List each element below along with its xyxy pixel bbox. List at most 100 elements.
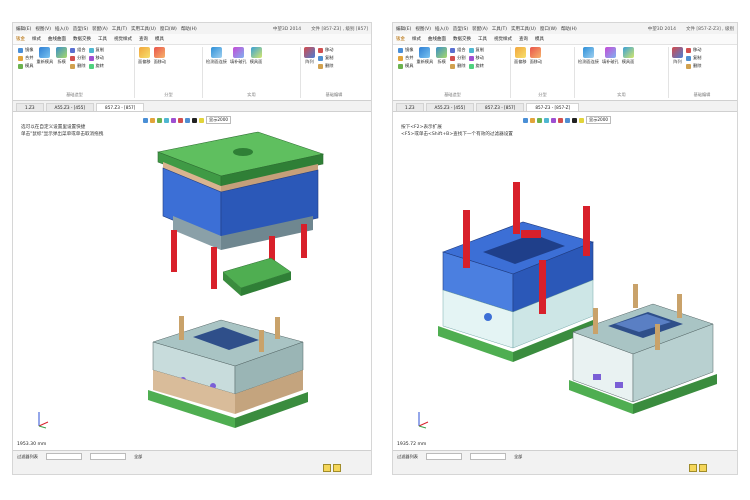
menu-window[interactable]: 窗口(W) [540, 26, 557, 32]
tab-curve-surface[interactable]: 曲线曲面 [48, 36, 66, 42]
split-mold-button[interactable]: 拆模 [56, 47, 68, 69]
filter-select[interactable]: 全部 [134, 454, 142, 460]
menu-utilities[interactable]: 实用工具(U) [511, 26, 536, 32]
menu-edit[interactable]: 编辑(E) [396, 26, 411, 32]
status-tool-icon[interactable] [689, 464, 697, 472]
menu-help[interactable]: 帮助(H) [181, 26, 197, 32]
menu-view[interactable]: 视图(V) [415, 26, 431, 32]
array-button[interactable]: 阵列 [672, 47, 683, 69]
filter-input-2[interactable] [469, 453, 506, 460]
menu-shape[interactable]: 造型(S) [453, 26, 468, 32]
tab-sheetmetal[interactable]: 钣金 [16, 36, 25, 42]
tab-style[interactable]: 样式 [32, 36, 41, 42]
delete-button[interactable]: 删除 [70, 63, 86, 69]
edit-copy-button[interactable]: 复制 [318, 55, 333, 61]
rotate-button[interactable]: 旋转 [88, 63, 104, 69]
tab-data-exchange[interactable]: 数据交换 [453, 36, 471, 42]
tab-visual-style[interactable]: 视觉样式 [114, 36, 132, 42]
remold-button[interactable]: 重新模具 [416, 47, 433, 69]
fill-hole-button[interactable]: 填补破孔 [602, 47, 619, 65]
combine-button[interactable]: 组合 [450, 47, 466, 53]
rotate-button[interactable]: 旋转 [468, 63, 484, 69]
filter-input[interactable] [45, 453, 82, 460]
mold-model-open[interactable] [393, 112, 737, 450]
mold-face-button[interactable]: 模具面 [250, 47, 262, 65]
menu-insert[interactable]: 插入(I) [435, 26, 449, 32]
face-offset-button[interactable]: 面偏移 [514, 47, 527, 65]
status-settings-icon[interactable] [699, 464, 707, 472]
copy-button[interactable]: 复制 [88, 47, 104, 53]
left-viewport[interactable]: 显示2000 选可以在自定义设置里设置快捷 单击"鼠标"显示弹出菜单或单击取消拖… [13, 112, 371, 450]
mirror-button[interactable]: 镜像 [18, 47, 33, 53]
mirror-button[interactable]: 镜像 [398, 47, 413, 53]
doc-tab-857[interactable]: 857.Z3 - [857] [96, 103, 145, 111]
tab-inquiry[interactable]: 查询 [139, 36, 148, 42]
menu-window[interactable]: 窗口(W) [160, 26, 177, 32]
group-basic-shape: 镜像 合并 模具 重新模具 拆模 组合 分割 删除 复制 移动 旋转 基础造型 [395, 47, 511, 98]
menu-edit[interactable]: 编辑(E) [16, 26, 31, 32]
split-button[interactable]: 分割 [450, 55, 466, 61]
move-button[interactable]: 移动 [88, 55, 104, 61]
check-face-button[interactable]: 检测面连接 [206, 47, 227, 65]
left-status-bar: 过滤器列表 全部 [13, 450, 371, 474]
scale-readout: 1935.72 mm [397, 442, 427, 447]
tab-tools[interactable]: 工具 [98, 36, 107, 42]
tab-visual-style[interactable]: 视觉样式 [494, 36, 512, 42]
tab-style[interactable]: 样式 [412, 36, 421, 42]
face-offset-button[interactable]: 面偏移 [138, 47, 151, 65]
menu-view[interactable]: 视图(V) [35, 26, 51, 32]
check-face-button[interactable]: 检测面连接 [578, 47, 599, 65]
filter-input[interactable] [425, 453, 462, 460]
split-button[interactable]: 分割 [70, 55, 86, 61]
move-button[interactable]: 移动 [468, 55, 484, 61]
edit-delete-button[interactable]: 删除 [318, 63, 333, 69]
doc-tab-857-z[interactable]: 857-Z3 - [857-Z] [526, 103, 580, 111]
menu-assembly[interactable]: 装配(A) [92, 26, 108, 32]
menu-utilities[interactable]: 实用工具(U) [131, 26, 156, 32]
tab-curve-surface[interactable]: 曲线曲面 [428, 36, 446, 42]
right-viewport[interactable]: 显示2000 按下<F2>表示扩展 <F5>或单击<Shift+B>查找下一个有… [393, 112, 737, 450]
fill-hole-button[interactable]: 填补破孔 [230, 47, 247, 65]
mold-face-button[interactable]: 模具面 [622, 47, 634, 65]
edit-move-button[interactable]: 移动 [318, 47, 333, 53]
tab-mold[interactable]: 模具 [535, 36, 544, 42]
merge-button[interactable]: 合并 [18, 55, 33, 61]
tab-mold[interactable]: 模具 [155, 36, 164, 42]
doc-tab-857[interactable]: 857.Z3 - [857] [476, 103, 525, 111]
tab-sheetmetal[interactable]: 钣金 [396, 36, 405, 42]
status-tool-icon[interactable] [323, 464, 331, 472]
menu-tools[interactable]: 工具(T) [492, 26, 507, 32]
tab-inquiry[interactable]: 查询 [519, 36, 528, 42]
edit-delete-button[interactable]: 删除 [686, 63, 701, 69]
menu-shape[interactable]: 造型(S) [73, 26, 88, 32]
edit-delete-icon [318, 63, 323, 69]
menu-tools[interactable]: 工具(T) [112, 26, 127, 32]
array-button[interactable]: 阵列 [304, 47, 315, 69]
face-move-button[interactable]: 面移动 [530, 47, 542, 65]
left-menu-bar: 编辑(E) 视图(V) 插入(I) 造型(S) 装配(A) 工具(T) 实用工具… [16, 26, 267, 32]
status-settings-icon[interactable] [333, 464, 341, 472]
mold-model-exploded[interactable] [13, 112, 371, 450]
tab-tools[interactable]: 工具 [478, 36, 487, 42]
doc-tab-a55[interactable]: A55.Z3 - [455] [425, 103, 475, 111]
edit-copy-button[interactable]: 复制 [686, 55, 701, 61]
face-move-button[interactable]: 面移动 [154, 47, 166, 65]
split-mold-button[interactable]: 拆模 [436, 47, 448, 69]
filter-input-2[interactable] [89, 453, 126, 460]
edit-move-button[interactable]: 移动 [686, 47, 701, 53]
copy-button[interactable]: 复制 [468, 47, 484, 53]
merge-button[interactable]: 合并 [398, 55, 413, 61]
delete-button[interactable]: 删除 [450, 63, 466, 69]
doc-tab-1[interactable]: 1.Z3 [16, 103, 44, 111]
filter-select[interactable]: 全部 [514, 454, 522, 460]
menu-insert[interactable]: 插入(I) [55, 26, 69, 32]
mold-button[interactable]: 模具 [398, 63, 413, 69]
menu-help[interactable]: 帮助(H) [561, 26, 577, 32]
doc-tab-1[interactable]: 1.Z3 [396, 103, 424, 111]
mold-button[interactable]: 模具 [18, 63, 33, 69]
doc-tab-a55[interactable]: A55.Z3 - [455] [45, 103, 95, 111]
remold-button[interactable]: 重新模具 [36, 47, 53, 69]
menu-assembly[interactable]: 装配(A) [472, 26, 488, 32]
combine-button[interactable]: 组合 [70, 47, 86, 53]
tab-data-exchange[interactable]: 数据交换 [73, 36, 91, 42]
